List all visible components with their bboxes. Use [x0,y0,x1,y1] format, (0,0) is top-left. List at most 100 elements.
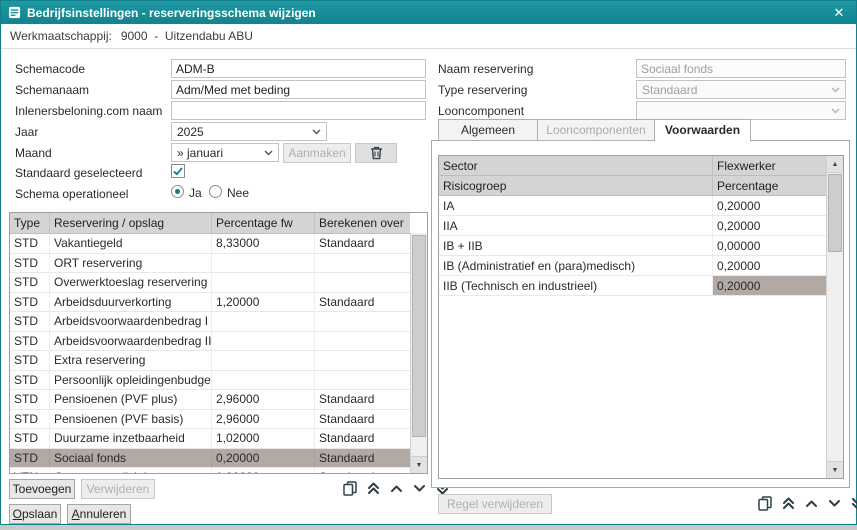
type-cell: STD [10,449,50,468]
move-top-icon[interactable] [365,480,381,497]
scrollbar-thumb[interactable] [828,174,842,252]
reservation-row[interactable]: VZNContractverplichting1,00000Standaard [10,468,410,473]
name-cell: Duurzame inzetbaarheid [50,429,212,448]
name-cell: Overwerktoeslag reservering [50,273,212,292]
type-cell: STD [10,371,50,390]
name-cell: Arbeidsvoorwaardenbedrag I [50,312,212,331]
risicogroep-row[interactable]: IB (Administratief en (para)medisch)0,20… [439,256,826,276]
percentage-cell[interactable]: 0,00000 [713,236,826,255]
opslaan-button[interactable]: Opslaan [9,504,61,524]
move-up-icon[interactable] [388,480,404,497]
ja-radio[interactable] [171,185,184,198]
maand-select[interactable]: » januari [171,143,279,162]
reservation-row[interactable]: STDArbeidsvoorwaardenbedrag II [10,332,410,352]
reservation-row[interactable]: STDPersoonlijk opleidingenbudget [10,371,410,391]
risicogroep-row[interactable]: IA0,20000 [439,196,826,216]
berekenen-over-cell: Standaard [315,390,410,409]
reservation-row[interactable]: STDOverwerktoeslag reservering [10,273,410,293]
percentage-cell [212,332,315,351]
company-value: 9000 - Uitzendabu ABU [121,29,253,43]
sector-cell[interactable]: IA [439,196,713,215]
move-up-icon[interactable] [803,495,819,512]
chevron-down-icon [312,129,321,135]
trash-icon [370,146,383,160]
type-cell: STD [10,293,50,312]
sector-cell[interactable]: IIA [439,216,713,235]
percentage-cell[interactable]: 0,20000 [713,256,826,275]
window-title: Bedrijfsinstellingen - reserveringsschem… [27,6,823,20]
reservation-row[interactable]: STDVakantiegeld8,33000Standaard [10,234,410,254]
percentage-cell: 1,20000 [212,293,315,312]
annuleren-button[interactable]: Annuleren [67,504,131,524]
titlebar[interactable]: Bedrijfsinstellingen - reserveringsschem… [1,1,856,24]
reservation-row[interactable]: STDArbeidsvoorwaardenbedrag I [10,312,410,332]
tab-voorwaarden[interactable]: Voorwaarden [654,119,751,142]
sector-cell[interactable]: IIB (Technisch en industrieel) [439,276,713,295]
close-icon[interactable]: ✕ [829,1,849,24]
scrollbar-thumb[interactable] [412,235,426,437]
nee-radio[interactable] [209,185,222,198]
percentage-cell: 1,02000 [212,429,315,448]
risicogroep-table-body: IA0,20000IIA0,20000IB + IIB0,00000IB (Ad… [439,196,826,296]
scroll-down-icon[interactable]: ▼ [827,461,843,478]
reservation-table-header: Type Reservering / opslag Percentage fw … [10,213,410,234]
tab-algemeen[interactable]: Algemeen [438,119,538,141]
naam-reservering-input [636,59,846,78]
risicogroep-header: Risicogroep [439,176,713,195]
reservation-row[interactable]: STDSociaal fonds0,20000Standaard [10,449,410,469]
reservation-table: Type Reservering / opslag Percentage fw … [9,212,428,474]
move-down-icon[interactable] [411,480,427,497]
scroll-up-icon[interactable]: ▲ [827,156,843,173]
percentage-cell[interactable]: 0,20000 [713,196,826,215]
maand-label: Maand [15,146,52,160]
type-cell: STD [10,410,50,429]
company-bar: Werkmaatschappij: 9000 - Uitzendabu ABU [1,24,856,49]
maand-value: » januari [177,146,223,160]
reservation-row[interactable]: STDDuurzame inzetbaarheid1,02000Standaar… [10,429,410,449]
delete-schema-button[interactable] [355,143,397,163]
type-cell: STD [10,254,50,273]
move-top-icon[interactable] [780,495,796,512]
sector-cell[interactable]: IB (Administratief en (para)medisch) [439,256,713,275]
company-label: Werkmaatschappij: [10,29,112,43]
percentage-cell [212,351,315,370]
move-bottom-icon[interactable] [849,495,857,512]
reservation-row[interactable]: STDPensioenen (PVF basis)2,96000Standaar… [10,410,410,430]
sector-cell[interactable]: IB + IIB [439,236,713,255]
name-cell: Pensioenen (PVF plus) [50,390,212,409]
flexwerker-header: Flexwerker [713,156,826,175]
ja-radio-label: Ja [189,186,202,200]
tab-looncomponenten: Looncomponenten [537,119,655,141]
type-cell: STD [10,332,50,351]
scroll-down-icon[interactable]: ▼ [411,456,427,473]
type-cell: VZN [10,468,50,473]
reservering-header: Reservering / opslag [50,213,212,233]
reservation-row[interactable]: STDExtra reservering [10,351,410,371]
inlenersbeloning-input[interactable] [171,101,426,120]
verwijderen-button: Verwijderen [81,479,155,499]
app-icon [8,6,21,19]
percentage-cell[interactable]: 0,20000 [713,216,826,235]
berekenen-over-cell [315,332,410,351]
schemacode-input[interactable] [171,59,426,78]
move-down-icon[interactable] [826,495,842,512]
schemanaam-input[interactable] [171,80,426,99]
berekenen-over-header: Berekenen over [315,213,410,233]
risicogroep-row[interactable]: IB + IIB0,00000 [439,236,826,256]
risicogroep-row[interactable]: IIA0,20000 [439,216,826,236]
reservation-row[interactable]: STDPensioenen (PVF plus)2,96000Standaard [10,390,410,410]
toevoegen-button[interactable]: Toevoegen [9,479,75,499]
percentage-cell: 0,20000 [212,449,315,468]
risicogroep-row[interactable]: IIB (Technisch en industrieel)0,20000 [439,276,826,296]
type-cell: STD [10,234,50,253]
reservation-row[interactable]: STDArbeidsduurverkorting1,20000Standaard [10,293,410,313]
reservation-row[interactable]: STDORT reservering [10,254,410,274]
percentage-cell[interactable]: 0,20000 [713,276,826,295]
copy-icon[interactable] [757,495,773,512]
copy-icon[interactable] [342,480,358,497]
standaard-geselecteerd-checkbox[interactable] [171,164,185,178]
jaar-select[interactable]: 2025 [171,122,327,141]
name-cell: ORT reservering [50,254,212,273]
berekenen-over-cell [315,351,410,370]
schema-operationeel-label: Schema operationeel [15,187,128,201]
